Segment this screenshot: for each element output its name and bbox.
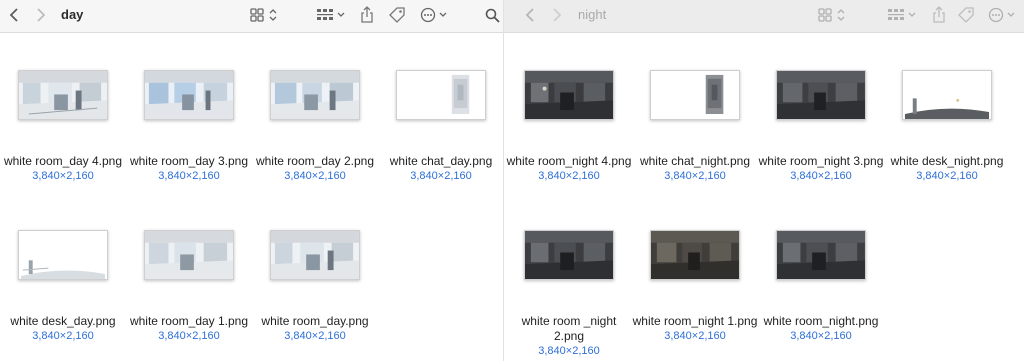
file-grid: white room_day 4.png 3,840×2,160 white ro…: [0, 34, 504, 361]
file-grid: white room_night 4.png 3,840×2,160 white …: [504, 34, 1024, 361]
file-thumbnail: [396, 70, 486, 120]
chevron-right-icon[interactable]: [548, 0, 566, 30]
share-icon[interactable]: [357, 0, 377, 30]
file-dimensions: 3,840×2,160: [158, 330, 220, 342]
tag-icon[interactable]: [386, 0, 408, 30]
chevron-left-icon[interactable]: [520, 0, 540, 30]
file-dimensions: 3,840×2,160: [32, 330, 94, 342]
group-by-icon[interactable]: [314, 0, 348, 30]
tag-icon[interactable]: [955, 0, 977, 30]
toolbar: night: [504, 0, 1024, 33]
file-dimensions: 3,840×2,160: [32, 170, 94, 182]
file-item[interactable]: white chat_day.png 3,840×2,160: [378, 34, 504, 182]
file-thumbnail: [902, 70, 992, 120]
finder-window-night: night white room_night 4.png 3,840×2,160…: [504, 0, 1024, 361]
file-item[interactable]: white room_day 3.png 3,840×2,160: [126, 34, 252, 182]
file-thumbnail: [650, 230, 740, 280]
file-name: white chat_day.png: [389, 154, 493, 168]
file-name: white room_night 4.png: [506, 154, 632, 168]
ellipsis-icon[interactable]: [418, 0, 452, 30]
chevron-right-icon[interactable]: [32, 0, 50, 30]
file-item[interactable]: white room_night 1.png 3,840×2,160: [632, 194, 758, 342]
file-item[interactable]: white chat_night.png 3,840×2,160: [632, 34, 758, 182]
finder-window-day: day white room_day 4.png 3,840×2,160 whi…: [0, 0, 504, 361]
file-name: white room_day.png: [261, 314, 369, 328]
grid-view-icon[interactable]: [247, 0, 281, 30]
file-name: white room_day 3.png: [129, 154, 249, 168]
file-name: white desk_day.png: [10, 314, 116, 328]
file-name: white room_night 1.png: [632, 314, 758, 328]
file-name: white room _night 2.png: [521, 314, 617, 343]
search-icon[interactable]: [482, 0, 502, 30]
folder-title: day: [61, 7, 84, 22]
folder-title: night: [578, 7, 607, 22]
file-item[interactable]: white desk_day.png 3,840×2,160: [0, 194, 126, 342]
file-dimensions: 3,840×2,160: [284, 170, 346, 182]
file-thumbnail: [144, 230, 234, 280]
file-dimensions: 3,840×2,160: [284, 330, 346, 342]
chevron-left-icon[interactable]: [4, 0, 24, 30]
file-name: white desk_night.png: [890, 154, 1004, 168]
file-item[interactable]: white room_night 4.png 3,840×2,160: [506, 34, 632, 182]
file-dimensions: 3,840×2,160: [664, 170, 726, 182]
ellipsis-icon[interactable]: [986, 0, 1020, 30]
file-item[interactable]: white room_day 2.png 3,840×2,160: [252, 34, 378, 182]
file-dimensions: 3,840×2,160: [410, 170, 472, 182]
file-item[interactable]: white room_night 3.png 3,840×2,160: [758, 34, 884, 182]
file-thumbnail: [650, 70, 740, 120]
file-dimensions: 3,840×2,160: [158, 170, 220, 182]
toolbar: day: [0, 0, 504, 33]
file-item[interactable]: white room_day 4.png 3,840×2,160: [0, 34, 126, 182]
file-thumbnail: [270, 70, 360, 120]
file-item[interactable]: white desk_night.png 3,840×2,160: [884, 34, 1010, 182]
file-thumbnail: [144, 70, 234, 120]
file-dimensions: 3,840×2,160: [664, 330, 726, 342]
file-name: white chat_night.png: [639, 154, 751, 168]
file-dimensions: 3,840×2,160: [538, 170, 600, 182]
file-dimensions: 3,840×2,160: [538, 345, 600, 357]
finder-split-view: day white room_day 4.png 3,840×2,160 whi…: [0, 0, 1024, 361]
file-thumbnail: [270, 230, 360, 280]
file-item[interactable]: white room_day.png 3,840×2,160: [252, 194, 378, 342]
file-thumbnail: [776, 230, 866, 280]
file-name: white room_night.png: [763, 314, 879, 328]
file-name: white room_day 1.png: [129, 314, 249, 328]
file-name: white room_day 4.png: [3, 154, 123, 168]
grid-view-icon[interactable]: [815, 0, 849, 30]
file-thumbnail: [18, 70, 108, 120]
file-item[interactable]: white room _night 2.png 3,840×2,160: [506, 194, 632, 357]
file-thumbnail: [776, 70, 866, 120]
file-thumbnail: [524, 230, 614, 280]
file-dimensions: 3,840×2,160: [916, 170, 978, 182]
file-dimensions: 3,840×2,160: [790, 330, 852, 342]
file-name: white room_night 3.png: [758, 154, 884, 168]
file-item[interactable]: white room_day 1.png 3,840×2,160: [126, 194, 252, 342]
share-icon[interactable]: [929, 0, 949, 30]
file-dimensions: 3,840×2,160: [790, 170, 852, 182]
file-item[interactable]: white room_night.png 3,840×2,160: [758, 194, 884, 342]
file-name: white room_day 2.png: [255, 154, 375, 168]
group-by-icon[interactable]: [885, 0, 919, 30]
file-thumbnail: [524, 70, 614, 120]
file-thumbnail: [18, 230, 108, 280]
